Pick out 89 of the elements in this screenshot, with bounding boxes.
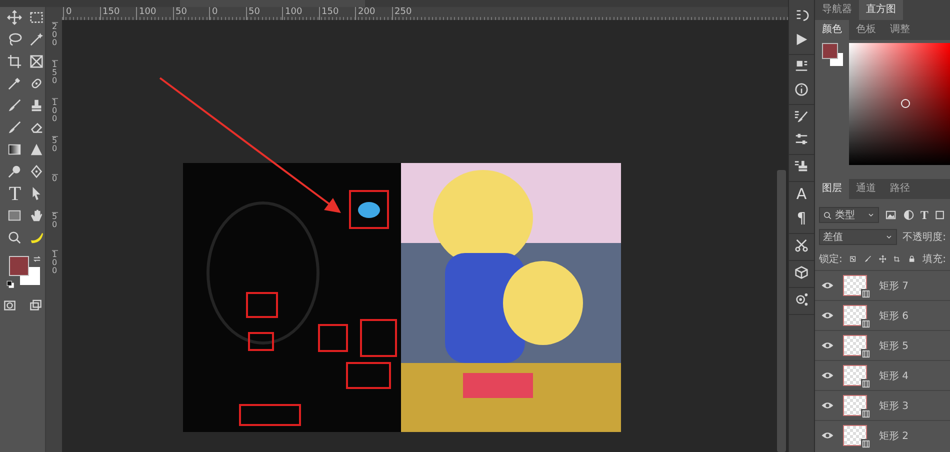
panel-tab[interactable]: 色板 — [849, 20, 883, 40]
mask-link-icon — [861, 379, 871, 389]
brush-list-icon[interactable] — [794, 109, 809, 124]
layer-name: 矩形 6 — [879, 310, 909, 322]
ruler-label: 100 — [52, 98, 58, 136]
panel-tab[interactable]: 直方图 — [859, 0, 903, 20]
checker-icon[interactable] — [849, 254, 858, 264]
brush-icon[interactable] — [864, 254, 872, 264]
move-icon[interactable] — [878, 254, 886, 264]
crop-icon[interactable] — [7, 54, 22, 69]
scrollbar[interactable] — [777, 170, 786, 452]
ruler-label: 150 — [52, 60, 58, 98]
search-icon[interactable] — [7, 230, 22, 245]
fill-label: 填充: — [922, 252, 946, 266]
screen-mode-icon[interactable] — [28, 298, 42, 313]
banana-icon[interactable] — [29, 230, 44, 245]
frame-icon[interactable] — [29, 54, 44, 69]
panel-tab[interactable]: 图层 — [815, 179, 849, 199]
layer-row[interactable]: 矩形 3 — [815, 390, 950, 420]
magic-wand-icon[interactable] — [29, 32, 44, 47]
half-circle-icon[interactable] — [902, 209, 914, 221]
color-picker-ring[interactable] — [900, 99, 910, 108]
filter-dropdown[interactable]: 类型 — [819, 207, 880, 223]
info-icon[interactable] — [794, 82, 809, 97]
caret-icon — [884, 233, 893, 241]
triangle-icon[interactable] — [29, 142, 44, 157]
layer-name: 矩形 4 — [879, 370, 909, 382]
color-swatches[interactable] — [9, 256, 40, 285]
blend-mode-dropdown[interactable]: 差值 — [819, 229, 897, 245]
history-icon[interactable] — [794, 9, 809, 24]
stamp-icon[interactable] — [29, 98, 44, 113]
search-icon — [823, 210, 832, 220]
panel-tab[interactable]: 通道 — [849, 179, 883, 199]
move-icon[interactable] — [7, 10, 22, 25]
scissors-icon[interactable] — [794, 238, 809, 253]
cube-icon[interactable] — [794, 265, 809, 280]
square-icon[interactable] — [934, 209, 946, 221]
caret-icon — [867, 211, 876, 219]
layer-name: 矩形 3 — [879, 400, 909, 412]
image-icon[interactable] — [885, 209, 897, 221]
mask-link-icon — [861, 409, 871, 419]
filter-value: 类型 — [835, 208, 855, 222]
color-field[interactable] — [848, 43, 950, 165]
character-icon[interactable]: A — [796, 186, 807, 202]
sliders-icon[interactable] — [794, 132, 809, 147]
lasso-icon[interactable] — [7, 32, 22, 47]
paragraph-icon[interactable]: ¶ — [796, 210, 806, 226]
panel-tab[interactable]: 导航器 — [815, 0, 859, 20]
type-tool[interactable]: T — [7, 186, 23, 202]
panel-tab[interactable]: 颜色 — [815, 20, 849, 40]
lock-icon[interactable] — [908, 254, 916, 264]
ruler-label: 50 — [52, 212, 58, 250]
target-icon[interactable] — [794, 292, 809, 307]
type-filter-icon[interactable]: T — [920, 208, 928, 222]
layer-row[interactable]: 矩形 5 — [815, 330, 950, 360]
play-icon[interactable] — [794, 32, 809, 47]
layer-row[interactable]: 矩形 6 — [815, 300, 950, 330]
opacity-label: 不透明度: — [902, 230, 946, 244]
crop-frame-icon[interactable] — [893, 254, 901, 264]
layer-row[interactable]: 矩形 7 — [815, 270, 950, 300]
layer-row[interactable]: 矩形 4 — [815, 360, 950, 390]
ruler-label: 50 — [52, 136, 58, 174]
stamp-list-icon[interactable] — [794, 159, 809, 174]
eraser-icon[interactable] — [29, 120, 44, 135]
eyedropper-icon[interactable] — [7, 76, 22, 91]
ruler-label: 200 — [52, 22, 58, 60]
mask-link-icon — [861, 289, 871, 299]
ruler-label: 0 — [52, 174, 58, 212]
default-colors-icon[interactable] — [6, 280, 15, 289]
layer-row[interactable]: 矩形 2 — [815, 420, 950, 450]
gradient-icon[interactable] — [7, 142, 22, 157]
rectangle-icon[interactable] — [7, 208, 22, 223]
color-swatches[interactable] — [822, 43, 843, 66]
layer-name: 矩形 7 — [879, 280, 909, 292]
panel-tab[interactable]: 路径 — [883, 179, 917, 199]
marquee-icon[interactable] — [29, 10, 44, 25]
ruler-label: 100 — [52, 250, 58, 288]
mask-link-icon — [861, 319, 871, 329]
hand-icon[interactable] — [29, 208, 44, 223]
quick-mask-icon[interactable] — [3, 298, 16, 313]
mask-link-icon — [861, 349, 871, 359]
mask-link-icon — [861, 439, 871, 449]
lock-label: 锁定: — [819, 252, 842, 266]
swap-icon[interactable] — [32, 254, 42, 264]
brush-icon[interactable] — [7, 120, 22, 135]
layer-name: 矩形 2 — [879, 430, 909, 442]
panel-tab[interactable]: 调整 — [883, 20, 917, 40]
brush-icon[interactable] — [7, 98, 22, 113]
layer-name: 矩形 5 — [879, 340, 909, 352]
